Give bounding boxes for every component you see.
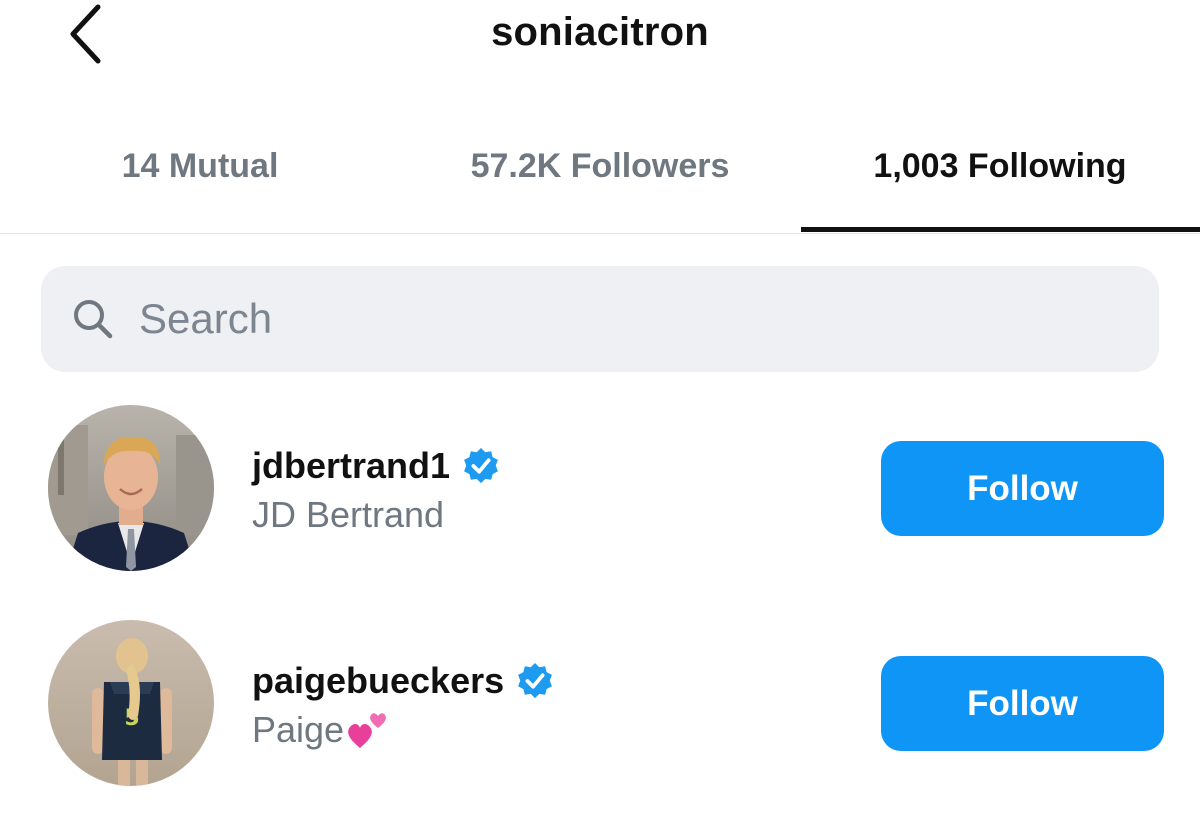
follow-button[interactable]: Follow — [881, 441, 1164, 536]
tab-followers[interactable]: 57.2K Followers — [400, 135, 800, 231]
top-bar: soniacitron — [0, 0, 1200, 80]
avatar[interactable] — [48, 405, 214, 571]
list-item[interactable]: 5 paigebueckers Paige Follow — [0, 615, 1200, 815]
follow-button[interactable]: Follow — [881, 656, 1164, 751]
username-line: paigebueckers — [252, 660, 554, 702]
active-tab-indicator — [801, 227, 1200, 232]
username-line: jdbertrand1 — [252, 445, 500, 487]
search-icon — [71, 297, 115, 341]
avatar[interactable]: 5 — [48, 620, 214, 786]
full-name-line: Paige — [252, 709, 390, 751]
search-bar[interactable] — [41, 266, 1159, 372]
full-name: JD Bertrand — [252, 494, 445, 535]
two-hearts-icon — [346, 710, 390, 750]
search-input[interactable] — [137, 294, 1041, 344]
verified-badge-icon — [462, 447, 500, 485]
tab-bar: 14 Mutual 57.2K Followers 1,003 Followin… — [0, 135, 1200, 234]
username[interactable]: jdbertrand1 — [252, 445, 450, 487]
tab-following[interactable]: 1,003 Following — [800, 135, 1200, 231]
verified-badge-icon — [516, 662, 554, 700]
username[interactable]: paigebueckers — [252, 660, 504, 702]
list-item[interactable]: jdbertrand1 JD Bertrand Follow — [0, 400, 1200, 600]
page-title: soniacitron — [491, 10, 709, 54]
tab-mutual[interactable]: 14 Mutual — [0, 135, 400, 231]
full-name: Paige — [252, 709, 345, 750]
